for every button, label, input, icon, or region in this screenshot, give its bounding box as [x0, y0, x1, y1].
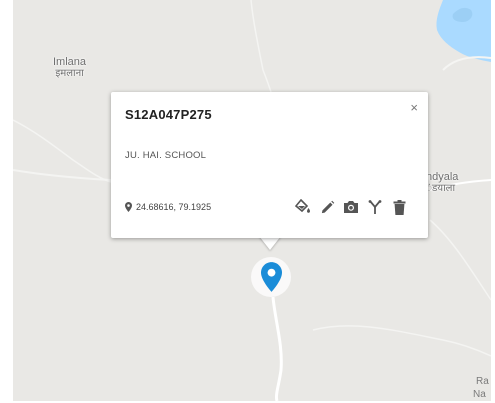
road-right-lower [429, 219, 491, 301]
popup-description: JU. HAI. SCHOOL [125, 150, 207, 161]
location-marker[interactable] [261, 262, 282, 297]
edge-label-na: Na [473, 389, 486, 400]
edge-label-ra: Ra [476, 376, 489, 387]
coordinates-text: 24.68616, 79.1925 [136, 202, 212, 212]
delete-button[interactable] [390, 198, 408, 216]
pencil-icon [321, 200, 334, 213]
popup-actions [294, 198, 408, 216]
photo-button[interactable] [342, 198, 360, 216]
place-local-name: इमलाना [55, 68, 84, 79]
place-local-name: ंडयाला [426, 183, 456, 194]
style-button[interactable] [294, 198, 312, 216]
road-main-south [271, 296, 283, 401]
camera-icon [344, 201, 358, 213]
paint-bucket-icon [295, 199, 310, 213]
road-lower-right [312, 325, 491, 357]
place-label-imlana: Imlana इमलाना [53, 56, 86, 80]
close-icon[interactable]: × [410, 101, 418, 114]
popup-pointer [259, 236, 281, 250]
place-name: Imlana [53, 56, 87, 68]
popup-title: S12A047P275 [125, 107, 212, 122]
fork-icon [368, 199, 382, 214]
popup-coordinates: 24.68616, 79.1925 [125, 202, 211, 212]
info-popup: S12A047P275 × JU. HAI. SCHOOL 24.68616, … [111, 92, 428, 238]
place-name: ndyala [426, 171, 459, 183]
location-pin-icon [125, 202, 132, 212]
connect-button[interactable] [366, 198, 384, 216]
map-pin-icon [261, 262, 282, 292]
road-top [250, 0, 272, 93]
trash-icon [393, 199, 405, 215]
edit-button[interactable] [318, 198, 336, 216]
place-label-ndyala: ndyala ंडयाला [426, 171, 458, 195]
